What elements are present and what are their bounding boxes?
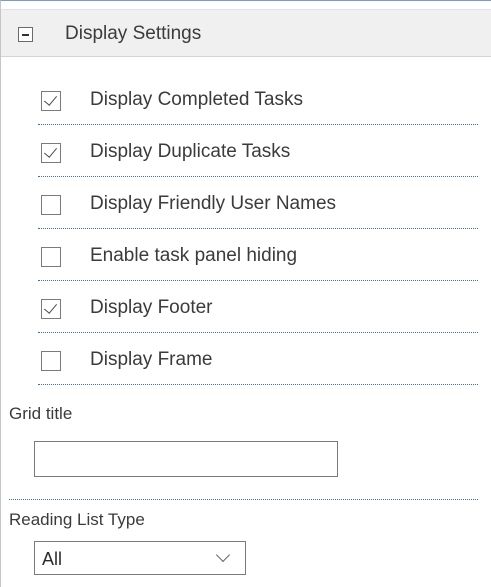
checkmark-icon (43, 300, 58, 314)
option-label: Display Friendly User Names (90, 193, 337, 214)
option-label: Display Completed Tasks (90, 89, 303, 110)
option-display-frame[interactable]: Display Frame (38, 333, 478, 385)
grid-title-label: Grid title (9, 404, 73, 423)
checkbox[interactable] (41, 351, 61, 371)
option-display-friendly-user-names[interactable]: Display Friendly User Names (38, 177, 478, 229)
option-enable-task-panel-hiding[interactable]: Enable task panel hiding (38, 229, 478, 281)
option-label: Display Footer (90, 297, 213, 318)
select-value: All (42, 549, 63, 569)
checkmark-icon (43, 92, 58, 106)
option-label: Display Duplicate Tasks (90, 141, 291, 162)
checkbox[interactable] (41, 299, 61, 319)
option-display-duplicate-tasks[interactable]: Display Duplicate Tasks (38, 125, 478, 177)
grid-title-input[interactable] (34, 441, 338, 477)
reading-list-type-label: Reading List Type (9, 510, 145, 529)
checkbox[interactable] (41, 195, 61, 215)
section-header[interactable]: Display Settings (1, 9, 491, 57)
option-label: Display Frame (90, 349, 213, 370)
checkbox[interactable] (41, 143, 61, 163)
collapse-icon[interactable] (18, 27, 33, 42)
option-display-footer[interactable]: Display Footer (38, 281, 478, 333)
reading-list-type-select[interactable]: All (34, 541, 246, 575)
divider (9, 499, 478, 500)
checkbox[interactable] (41, 247, 61, 267)
section-title: Display Settings (65, 23, 202, 44)
chevron-down-icon (215, 547, 231, 563)
settings-panel: Display Settings Display Completed Tasks… (0, 0, 491, 587)
option-label: Enable task panel hiding (90, 245, 298, 266)
checkmark-icon (43, 144, 58, 158)
option-display-completed-tasks[interactable]: Display Completed Tasks (38, 73, 478, 125)
checkbox[interactable] (41, 91, 61, 111)
